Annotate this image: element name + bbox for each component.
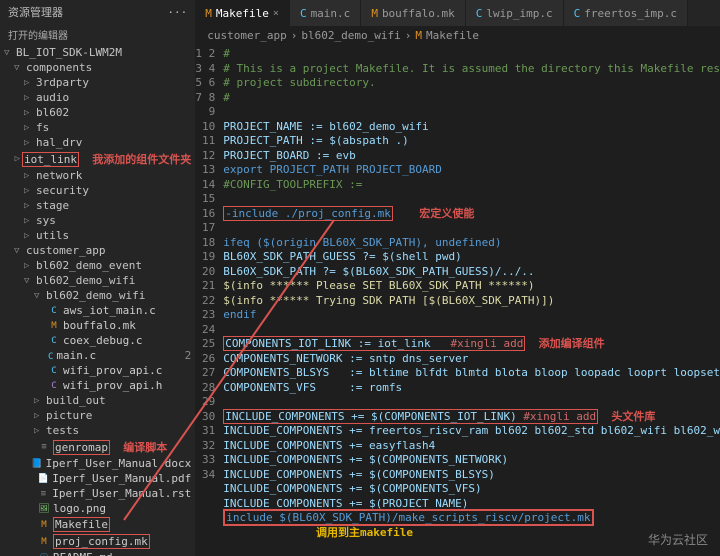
open-editors-label[interactable]: 打开的编辑器 <box>0 24 195 45</box>
editor-pane: MMakefile× Cmain.c Mbouffalo.mk Clwip_im… <box>195 0 720 556</box>
tree-item[interactable]: ▷3rdparty <box>0 75 195 90</box>
file-proj-config[interactable]: Mproj_config.mk <box>0 533 195 550</box>
tree-item[interactable]: ▷sys <box>0 213 195 228</box>
tab-main-c[interactable]: Cmain.c <box>290 0 361 26</box>
tree-item[interactable]: ▷fs <box>0 120 195 135</box>
tree-item[interactable]: ▷build_out <box>0 393 195 408</box>
tree-item[interactable]: ▷security <box>0 183 195 198</box>
code-area[interactable]: 1 2 3 4 5 6 7 8 9 10 11 12 13 14 15 16 1… <box>195 45 720 556</box>
tab-bouffalo[interactable]: Mbouffalo.mk <box>361 0 465 26</box>
explorer-title: 资源管理器 <box>8 4 63 20</box>
tree-item[interactable]: ▷utils <box>0 228 195 243</box>
tree-item[interactable]: ▷network <box>0 168 195 183</box>
file-item[interactable]: Mbouffalo.mk <box>0 318 195 333</box>
tree-item[interactable]: ▽bl602_demo_wifi <box>0 273 195 288</box>
file-item[interactable]: ⓘREADME.md <box>0 550 195 556</box>
file-item[interactable]: ≡Iperf_User_Manual.rst <box>0 486 195 501</box>
tree-root[interactable]: ▽BL_IOT_SDK-LWM2M <box>0 45 195 60</box>
tab-freertos[interactable]: Cfreertos_imp.c <box>564 0 688 26</box>
tab-makefile[interactable]: MMakefile× <box>195 0 290 26</box>
file-makefile[interactable]: MMakefile <box>0 516 195 533</box>
file-item[interactable]: Cwifi_prov_api.c <box>0 363 195 378</box>
tree-item[interactable]: ▷stage <box>0 198 195 213</box>
more-icon[interactable]: ··· <box>167 6 187 19</box>
sidebar: 资源管理器 ··· 打开的编辑器 ▽BL_IOT_SDK-LWM2M ▽comp… <box>0 0 195 556</box>
tab-lwip[interactable]: Clwip_imp.c <box>466 0 564 26</box>
folder-iot-link[interactable]: ▷iot_link 我添加的组件文件夹 <box>0 150 195 168</box>
tree-item[interactable]: ▷audio <box>0 90 195 105</box>
tab-bar: MMakefile× Cmain.c Mbouffalo.mk Clwip_im… <box>195 0 720 26</box>
tree-item[interactable]: ▷bl602 <box>0 105 195 120</box>
file-item[interactable]: Cmain.c2 <box>0 348 195 363</box>
explorer-header: 资源管理器 ··· <box>0 0 195 24</box>
file-item[interactable]: Caws_iot_main.c <box>0 303 195 318</box>
close-icon: × <box>273 8 279 19</box>
line-numbers: 1 2 3 4 5 6 7 8 9 10 11 12 13 14 15 16 1… <box>195 45 223 556</box>
file-tree: ▽BL_IOT_SDK-LWM2M ▽components ▷3rdparty … <box>0 45 195 556</box>
tree-item[interactable]: ▷bl602_demo_event <box>0 258 195 273</box>
file-genromap[interactable]: ≡genromap 编译脚本 <box>0 438 195 456</box>
watermark: 华为云社区 <box>648 531 708 548</box>
breadcrumb[interactable]: customer_app› bl602_demo_wifi› MMakefile <box>195 26 720 45</box>
file-item[interactable]: Ccoex_debug.c <box>0 333 195 348</box>
tree-item[interactable]: ▷hal_drv <box>0 135 195 150</box>
file-item[interactable]: 📄Iperf_User_Manual.pdf <box>0 471 195 486</box>
code-lines[interactable]: # # This is a project Makefile. It is as… <box>223 45 720 556</box>
folder-customer-app[interactable]: ▽customer_app <box>0 243 195 258</box>
folder-components[interactable]: ▽components <box>0 60 195 75</box>
file-item[interactable]: 🖼logo.png <box>0 501 195 516</box>
tree-item[interactable]: ▽bl602_demo_wifi <box>0 288 195 303</box>
file-item[interactable]: Cwifi_prov_api.h <box>0 378 195 393</box>
tree-item[interactable]: ▷tests <box>0 423 195 438</box>
tree-item[interactable]: ▷picture <box>0 408 195 423</box>
file-item[interactable]: 📘Iperf_User_Manual.docx <box>0 456 195 471</box>
